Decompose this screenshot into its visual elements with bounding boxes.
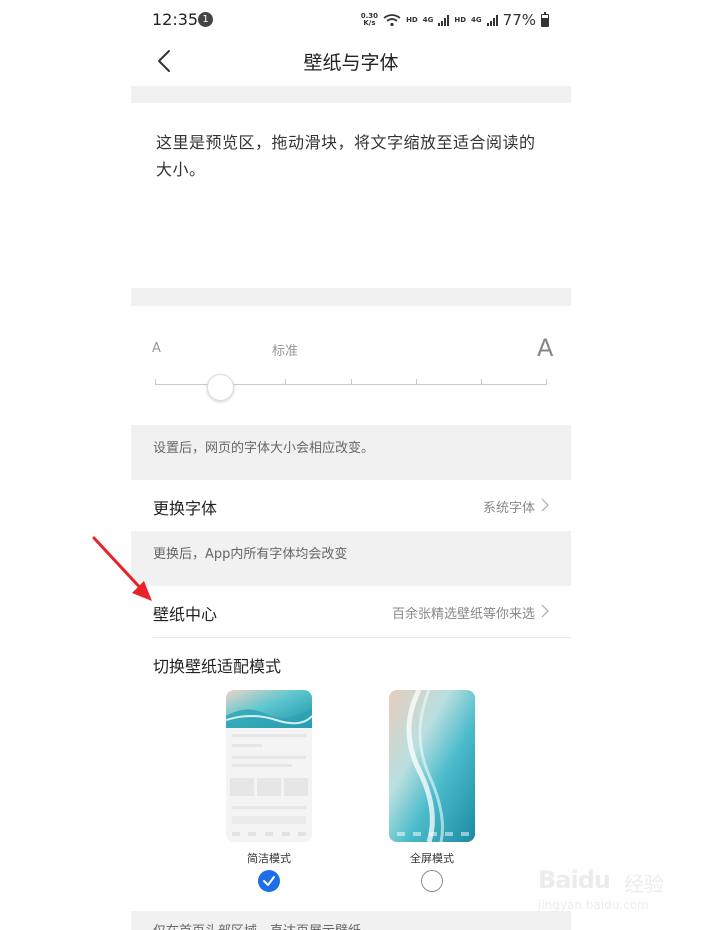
font-size-small-label: A — [152, 341, 161, 356]
battery-percent: 77% — [502, 11, 536, 29]
divider — [153, 637, 571, 638]
network-speed: 0.30 K/s — [361, 13, 378, 27]
font-size-tick — [350, 379, 352, 385]
font-size-tick — [546, 379, 547, 385]
hd-label-1: HD — [406, 16, 418, 24]
network-speed-unit: K/s — [363, 19, 376, 27]
status-bar: 12:35 1 0.30 K/s HD 4G HD 4G 77% — [131, 0, 571, 40]
font-size-slider-thumb[interactable] — [207, 374, 235, 401]
change-font-note: 更换后，App内所有字体均会改变 — [153, 547, 348, 562]
wallpaper-mode-title: 切换壁纸适配模式 — [153, 657, 282, 676]
simple-mode-radio[interactable] — [258, 870, 280, 892]
chevron-right-icon — [541, 604, 549, 618]
watermark-brand: Baidu — [538, 866, 611, 894]
chevron-right-icon — [541, 498, 549, 512]
simple-mode-preview-image — [226, 690, 312, 836]
fullscreen-mode-preview-image — [389, 690, 475, 842]
font-size-tick — [285, 379, 287, 385]
wallpaper-center-value: 百余张精选壁纸等你来选 — [391, 607, 535, 622]
preview-text: 这里是预览区，拖动滑块，将文字缩放至适合阅读的大小。 — [156, 133, 536, 179]
wallpaper-center-label: 壁纸中心 — [153, 605, 218, 624]
wifi-icon — [383, 13, 401, 26]
wallpaper-note: 仅在首页头部区域，直达页展示壁纸 — [153, 920, 361, 930]
status-indicators: 0.30 K/s HD 4G HD 4G 77% — [361, 9, 549, 31]
font-size-tick — [155, 379, 156, 385]
wallpaper-center-row[interactable]: 壁纸中心 百余张精选壁纸等你来选 — [131, 586, 571, 637]
simple-mode-label: 简洁模式 — [247, 852, 291, 865]
annotation-arrow-icon — [92, 536, 152, 601]
wallpaper-card: 壁纸中心 百余张精选壁纸等你来选 切换壁纸适配模式 简洁模式 全屏模式 — [131, 586, 571, 911]
signal-icon — [486, 14, 498, 26]
page-title: 壁纸与字体 — [303, 52, 399, 74]
status-time: 12:35 — [152, 10, 199, 29]
fullscreen-mode-label: 全屏模式 — [410, 852, 454, 865]
hd-label-2: HD — [454, 16, 467, 24]
font-size-tick — [480, 379, 482, 385]
phone-screen: 12:35 1 0.30 K/s HD 4G HD 4G 77% 壁纸与字体 这… — [131, 0, 571, 930]
font-size-current-label: 标准 — [272, 344, 299, 359]
fullscreen-mode-radio[interactable] — [421, 870, 443, 892]
watermark-suffix: 经验 — [624, 872, 664, 896]
preview-area: 这里是预览区，拖动滑块，将文字缩放至适合阅读的大小。 — [131, 103, 571, 288]
font-size-slider-card: A 标准 A — [131, 306, 571, 425]
change-font-row[interactable]: 更换字体 系统字体 — [131, 480, 571, 531]
font-size-tick — [415, 379, 417, 385]
watermark-url: jingyan.baidu.com — [538, 898, 649, 912]
baidu-watermark: Baidu 经验 jingyan.baidu.com — [530, 852, 680, 916]
battery-icon — [541, 11, 549, 27]
signal-icon — [438, 14, 450, 26]
font-size-note: 设置后，网页的字体大小会相应改变。 — [153, 441, 375, 456]
network-type-2: 4G — [471, 16, 482, 24]
notification-badge: 1 — [198, 12, 213, 27]
simple-mode-thumbnail[interactable] — [226, 690, 312, 842]
title-bar: 壁纸与字体 — [131, 40, 571, 86]
checkmark-icon — [263, 876, 275, 886]
network-type-1: 4G — [422, 16, 434, 24]
fullscreen-mode-thumbnail[interactable] — [389, 690, 475, 842]
change-font-label: 更换字体 — [153, 499, 218, 518]
font-size-large-label: A — [537, 334, 554, 362]
change-font-value: 系统字体 — [482, 501, 535, 516]
